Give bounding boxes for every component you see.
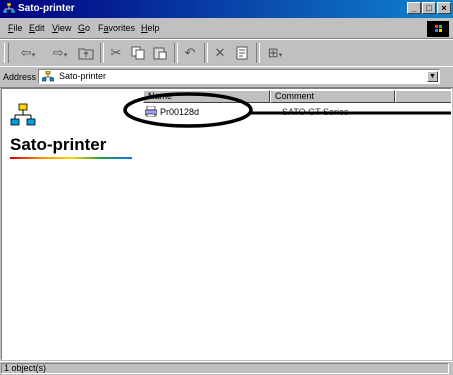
views-button[interactable]: ⊞▾ [262,44,288,62]
menu-view[interactable]: View [52,23,71,33]
scissors-icon: ✂ [110,45,122,60]
back-button[interactable]: ⇦▾ [14,44,42,62]
windows-logo-icon [427,21,449,37]
network-icon [3,3,15,14]
properties-icon [236,46,248,60]
paste-icon [153,47,167,60]
undo-button[interactable]: ↶ [180,44,200,62]
chevron-down-icon: ▼ [429,73,436,80]
properties-button[interactable] [232,44,252,62]
paste-button[interactable] [150,44,170,62]
up-folder-button[interactable] [76,44,96,62]
copy-button[interactable] [128,44,148,62]
cut-button[interactable]: ✂ [106,44,126,62]
back-arrow-icon: ⇦▾ [20,45,36,60]
title-divider [10,157,132,159]
column-header-name[interactable]: Name [143,90,270,103]
delete-button[interactable]: ✕ [210,44,230,62]
toolbar-separator [174,43,178,63]
file-list[interactable]: Name Comment Pr00128d SATO GT Series [143,89,451,359]
maximize-button[interactable]: □ [422,2,436,14]
forward-arrow-icon: ⇨▾ [52,45,68,60]
copy-icon [131,46,145,60]
status-text: 1 object(s) [1,363,449,374]
column-header-blank[interactable] [395,90,451,103]
address-bar: Address Sato-printer ▼ [0,66,453,88]
status-bar: 1 object(s) [0,361,453,375]
undo-icon: ↶ [184,45,196,60]
column-header-comment[interactable]: Comment [270,90,395,103]
menu-help[interactable]: Help [141,23,160,33]
menu-go[interactable]: Go [78,23,90,33]
menu-favorites[interactable]: Favorites [98,23,135,33]
printer-icon [145,106,157,117]
column-headers: Name Comment [143,90,451,103]
minimize-button[interactable]: _ [407,2,421,14]
delete-x-icon: ✕ [214,45,226,60]
folder-content: Sato-printer Name Comment Pr00128d SATO … [1,88,452,360]
network-folder-icon [42,71,54,82]
up-folder-icon [78,48,94,60]
address-input[interactable]: Sato-printer ▼ [38,69,440,84]
window-title: Sato-printer [18,3,75,14]
toolbar-separator [256,43,260,63]
folder-info-panel: Sato-printer [2,89,140,359]
menu-file[interactable]: File [8,23,23,33]
toolbar-grip[interactable] [4,43,9,63]
address-dropdown-button[interactable]: ▼ [427,71,438,82]
folder-title: Sato-printer [10,135,107,154]
toolbar-separator [100,43,104,63]
address-value: Sato-printer [59,71,107,81]
network-icon [10,103,36,126]
list-item[interactable]: Pr00128d SATO GT Series [143,105,349,118]
menu-bar: File Edit View Go Favorites Help [0,18,453,39]
title-bar: Sato-printer _ □ × [0,0,453,18]
list-item-comment: SATO GT Series [282,106,349,117]
views-grid-icon: ⊞▾ [267,45,283,60]
forward-button[interactable]: ⇨▾ [46,44,74,62]
close-button[interactable]: × [437,2,451,14]
toolbar-separator [204,43,208,63]
toolbar: ⇦▾ ⇨▾ ✂ ↶ ✕ ⊞▾ [0,39,453,67]
list-item-name: Pr00128d [160,106,200,117]
menu-edit[interactable]: Edit [29,23,45,33]
address-label: Address [3,72,37,82]
